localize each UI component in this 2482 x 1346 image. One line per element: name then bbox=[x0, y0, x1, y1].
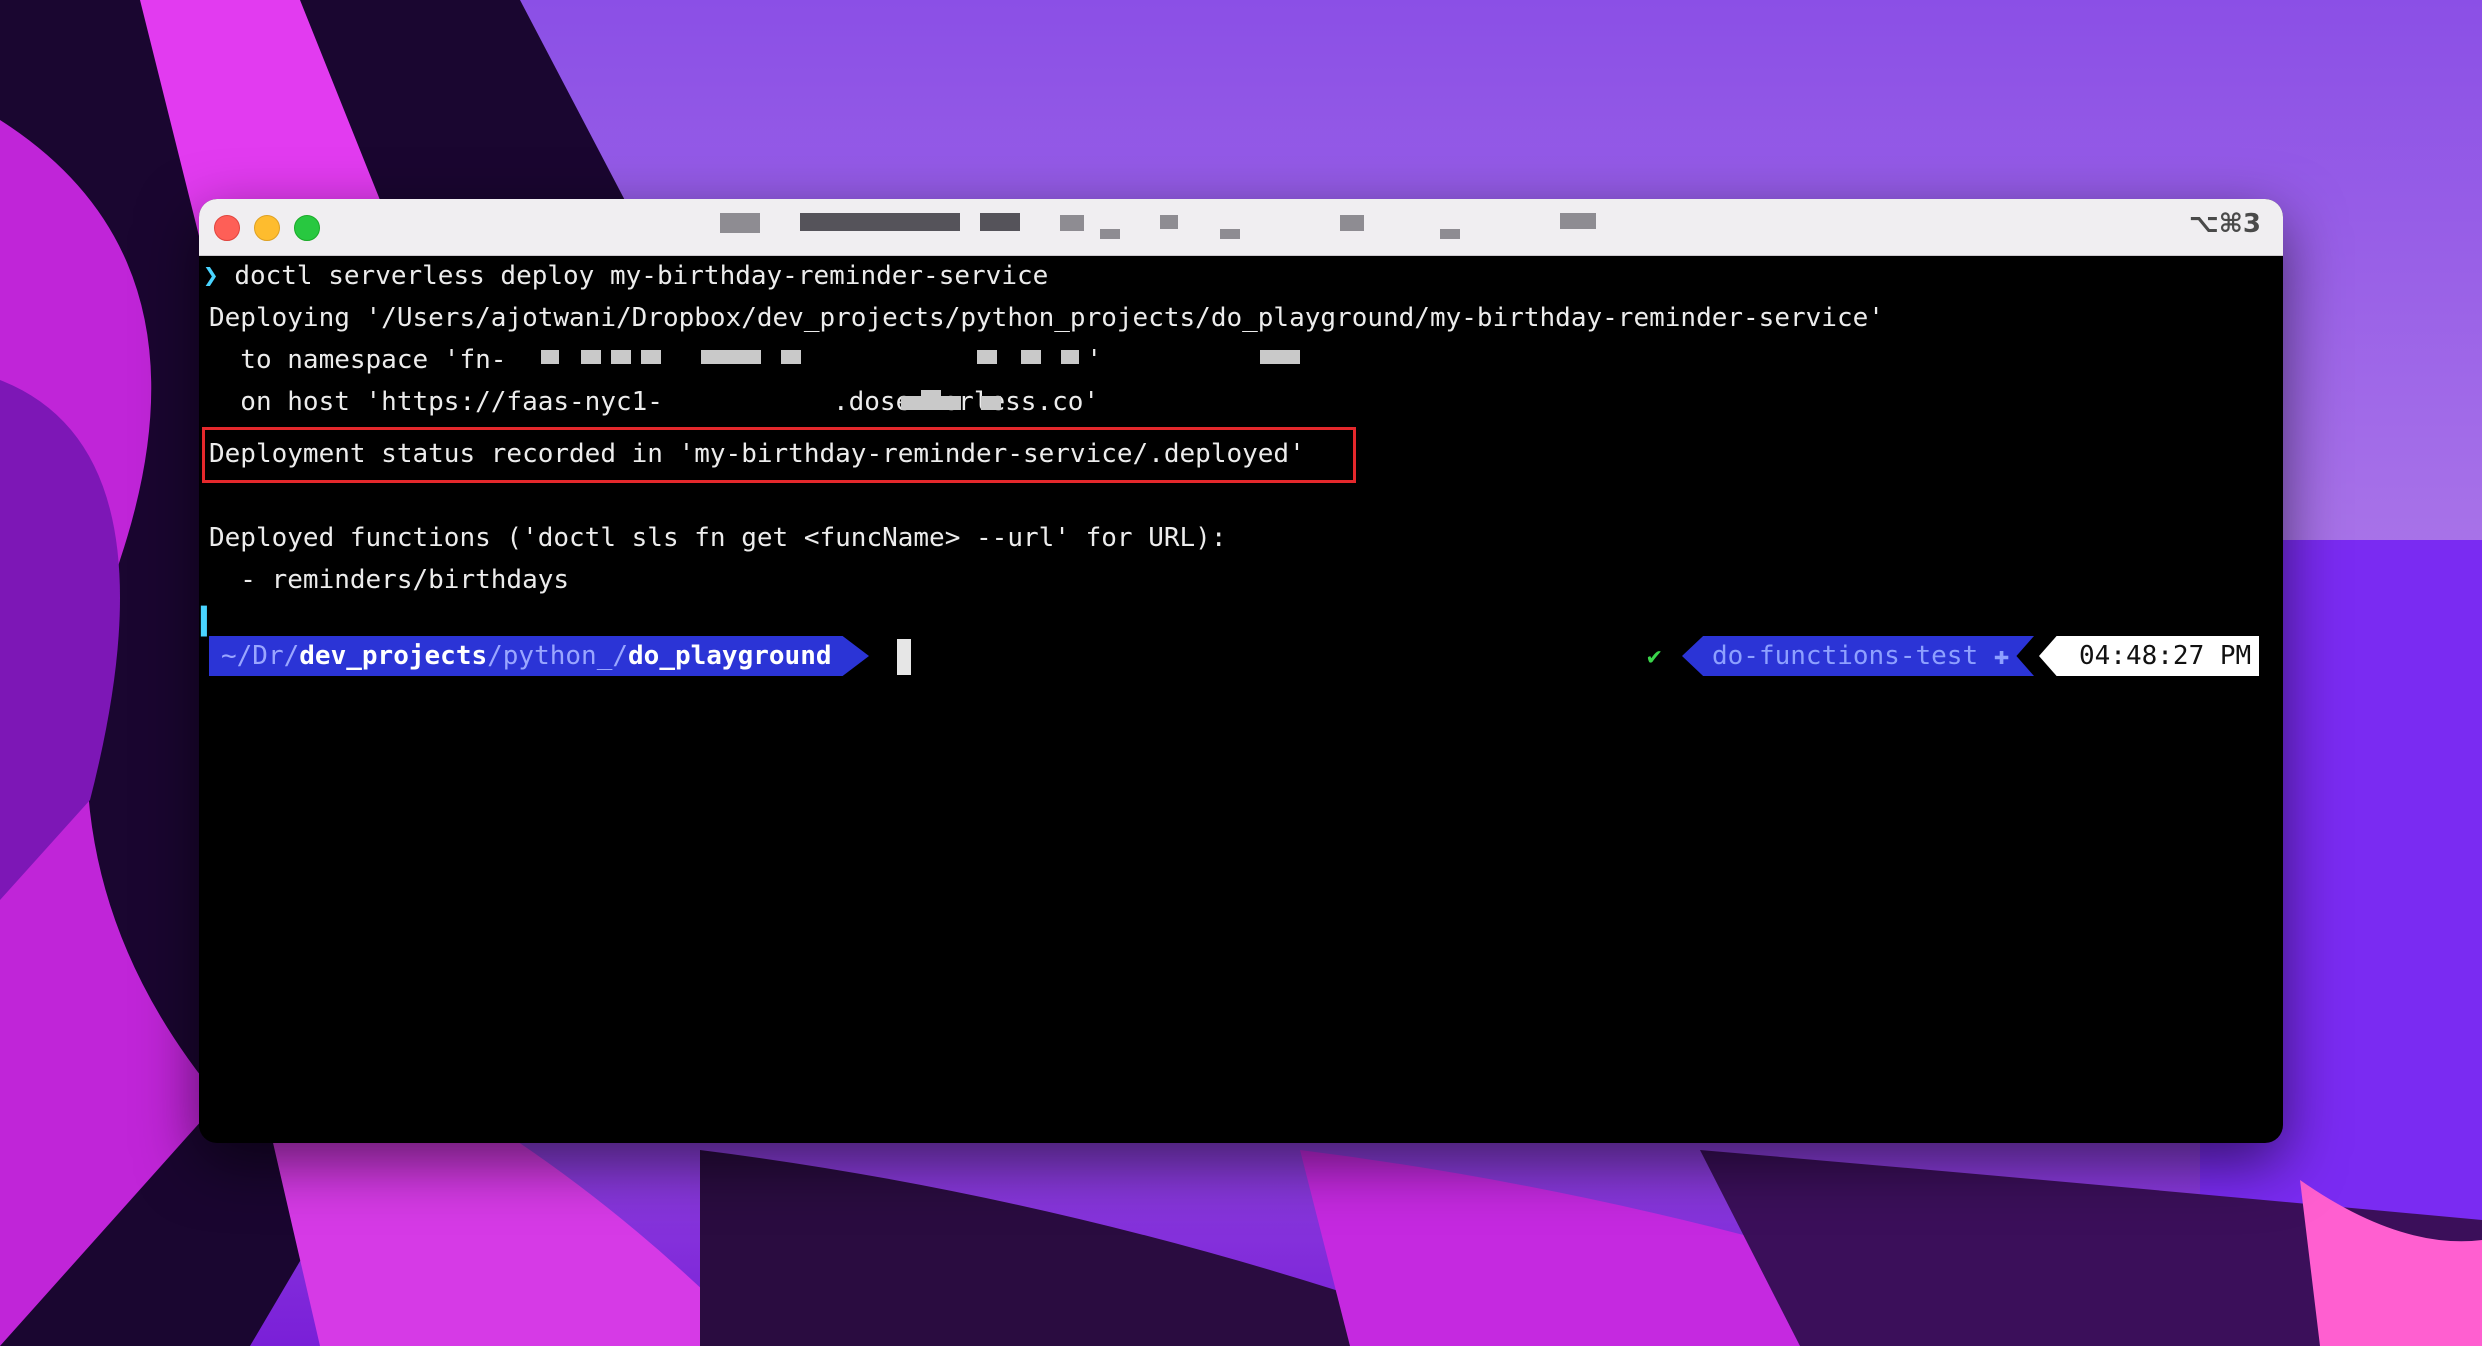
path-part: dev_projects bbox=[299, 641, 488, 671]
deployed-functions-header: Deployed functions ('doctl sls fn get <f… bbox=[209, 523, 1227, 553]
tab-shortcut-label: ⌥⌘3 bbox=[2188, 209, 2261, 239]
status-check-icon: ✔ bbox=[1647, 642, 1662, 670]
namespace-suffix: ' bbox=[1086, 345, 1103, 375]
path-part: do_playground bbox=[628, 641, 832, 671]
deploying-line: Deploying '/Users/ajotwani/Dropbox/dev_p… bbox=[209, 303, 1884, 333]
minimize-button[interactable] bbox=[254, 215, 280, 241]
host-suffix: .doserverless.co' bbox=[832, 387, 1100, 417]
terminal-output[interactable]: ❯ doctl serverless deploy my-birthday-re… bbox=[199, 256, 2283, 1143]
title-bar[interactable]: ⌥⌘3 bbox=[199, 199, 2283, 256]
context-segment: do-functions-test ✚ bbox=[1682, 636, 2034, 676]
time-segment: 04:48:27 PM bbox=[2039, 636, 2259, 676]
prompt-path-segment: ~/Dr/dev_projects/python_/do_playground bbox=[209, 636, 869, 676]
close-button[interactable] bbox=[214, 215, 240, 241]
terminal-window[interactable]: ⌥⌘3 ❯ doctl serverless deploy my-birthda… bbox=[199, 199, 2283, 1143]
namespace-prefix: to namespace 'fn- bbox=[209, 345, 507, 375]
host-prefix: on host 'https://faas-nyc1- bbox=[209, 387, 663, 417]
command-text: doctl serverless deploy my-birthday-remi… bbox=[234, 261, 1049, 291]
host-line: on host 'https://faas-nyc1- .doserverless… bbox=[209, 382, 1099, 422]
terminal-cursor bbox=[897, 639, 911, 675]
function-list-item: - reminders/birthdays bbox=[209, 565, 570, 595]
zoom-button[interactable] bbox=[294, 215, 320, 241]
deployment-status-line: Deployment status recorded in 'my-birthd… bbox=[209, 439, 1305, 469]
command-line: ❯ doctl serverless deploy my-birthday-re… bbox=[203, 256, 1048, 296]
path-part: /python_/ bbox=[487, 641, 629, 671]
path-part: ~/Dr/ bbox=[221, 641, 300, 671]
prompt-arrow-icon: ❯ bbox=[203, 261, 219, 291]
